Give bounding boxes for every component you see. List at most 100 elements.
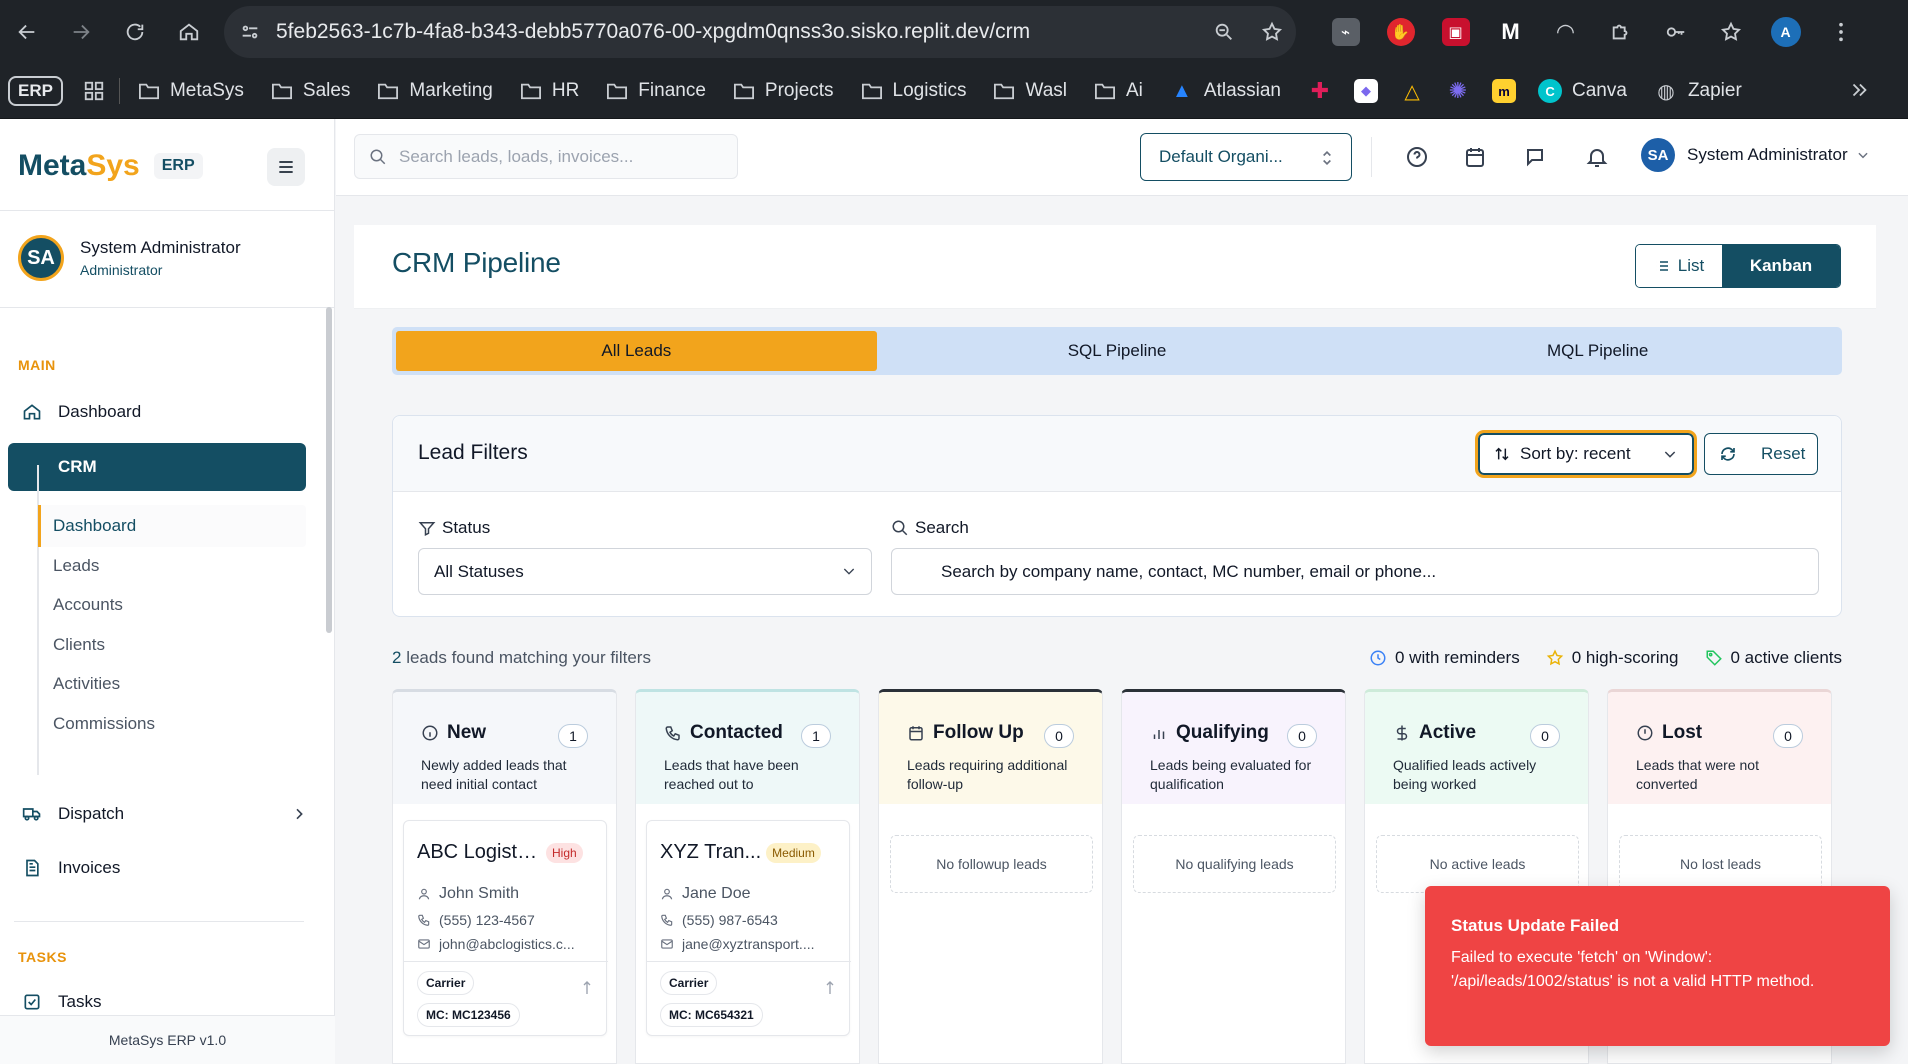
bookmark-spark[interactable]: ✺ [1446, 78, 1470, 103]
bookmark-drive[interactable]: △ [1400, 79, 1424, 103]
folder-icon [1094, 81, 1116, 101]
kanban-column-qualifying: Qualifying 0 Leads being evaluated for qua… [1121, 689, 1346, 1064]
extension-1[interactable]: ⌁ [1318, 0, 1373, 64]
bookmark-miro[interactable]: m [1492, 79, 1517, 103]
sidebar-subitem-accounts[interactable]: Accounts [38, 584, 306, 626]
lead-card[interactable]: ABC Logistics High John Smith (555) 123-456… [403, 820, 608, 1036]
bookmark-folder[interactable]: Logistics [861, 80, 966, 102]
spark-icon: ✺ [1448, 78, 1468, 103]
bookmark-folder[interactable]: HR [520, 80, 579, 102]
sidebar-subitem-dashboard[interactable]: Dashboard [38, 505, 306, 547]
tab-mql-pipeline[interactable]: MQL Pipeline [1357, 331, 1838, 371]
lead-company[interactable]: XYZ Tran... [660, 841, 761, 864]
sidebar-subitem-commissions[interactable]: Commissions [38, 703, 306, 745]
sidebar-item-invoices[interactable]: Invoices [22, 858, 120, 878]
search-input[interactable] [399, 146, 719, 167]
sidebar-subitem-clients[interactable]: Clients [38, 624, 306, 666]
sidebar-subitem-activities[interactable]: Activities [38, 663, 306, 705]
bookmark-atlassian[interactable]: ▲ Atlassian [1170, 79, 1281, 103]
folder-icon [861, 81, 883, 101]
bookmark-folder[interactable]: Ai [1094, 80, 1143, 102]
sidebar-item-tasks[interactable]: Tasks [22, 992, 101, 1012]
bookmark-folder[interactable]: Marketing [377, 80, 493, 102]
bookmark-star-button[interactable] [1248, 6, 1296, 58]
extensions-button[interactable] [1593, 0, 1648, 64]
favorites-button[interactable] [1703, 0, 1758, 64]
sidebar-divider [0, 307, 335, 308]
tab-sql-pipeline[interactable]: SQL Pipeline [877, 331, 1358, 371]
drive-icon: △ [1404, 80, 1420, 103]
bookmark-erp[interactable]: ERP [8, 76, 63, 106]
tab-all-leads[interactable]: All Leads [396, 331, 877, 371]
reload-icon [126, 23, 144, 41]
extension-5[interactable]: ◠ [1538, 0, 1593, 64]
sidebar-item-dashboard[interactable]: Dashboard [22, 402, 141, 422]
sort-select[interactable]: Sort by: recent [1475, 430, 1697, 478]
list-view-button[interactable]: List [1636, 245, 1722, 287]
apps-grid-icon[interactable] [83, 80, 105, 102]
arrow-up-icon[interactable] [824, 979, 836, 997]
bookmarks-overflow-icon[interactable] [1848, 79, 1870, 101]
calendar-icon[interactable] [1463, 145, 1487, 169]
bookmark-folder[interactable]: Projects [733, 80, 834, 102]
kanban-view-button[interactable]: Kanban [1722, 245, 1840, 287]
address-bar[interactable]: 5feb2563-1c7b-4fa8-b343-debb5770a076-00-… [224, 6, 1296, 58]
folder-icon [733, 81, 755, 101]
sidebar-toggle-button[interactable] [267, 148, 305, 186]
sidebar-scrollbar[interactable] [326, 307, 332, 633]
zoom-button[interactable] [1200, 6, 1248, 58]
phone-icon [417, 913, 431, 927]
status-value: All Statuses [434, 561, 524, 581]
help-icon[interactable] [1405, 145, 1429, 169]
arrow-up-icon[interactable] [581, 979, 593, 997]
home-button[interactable] [162, 0, 216, 64]
sidebar-footer: MetaSys ERP v1.0 [0, 1015, 335, 1064]
lead-filters-panel: Lead Filters Sort by: recent Reset Statu… [392, 415, 1842, 617]
lead-search-field[interactable] [891, 548, 1819, 595]
profile-button[interactable]: A [1758, 0, 1813, 64]
error-toast[interactable]: Status Update Failed Failed to execute '… [1425, 886, 1890, 1046]
sidebar-item-crm[interactable]: CRM [8, 443, 306, 491]
bookmark-folder[interactable]: Sales [271, 80, 350, 102]
status-select[interactable]: All Statuses [418, 548, 872, 595]
bookmark-slack[interactable]: ✚ [1308, 78, 1332, 103]
sidebar-subitem-leads[interactable]: Leads [38, 545, 306, 587]
reload-button[interactable] [108, 0, 162, 64]
sidebar-item-label: Dispatch [58, 804, 125, 823]
reset-filters-button[interactable]: Reset [1704, 433, 1818, 475]
sidebar-item-dispatch[interactable]: Dispatch [22, 804, 307, 824]
bookmark-clickup[interactable]: ◆ [1354, 79, 1379, 103]
browser-menu-button[interactable] [1813, 0, 1868, 64]
bookmark-zapier[interactable]: ◍ Zapier [1654, 79, 1742, 103]
site-info-icon[interactable] [224, 6, 276, 58]
brand-logo[interactable]: Meta Sys ERP [18, 149, 203, 183]
column-count-badge: 0 [1287, 724, 1317, 748]
extension-4[interactable]: M [1483, 0, 1538, 64]
password-button[interactable] [1648, 0, 1703, 64]
lead-company[interactable]: ABC Logistics [417, 841, 541, 864]
lead-phone-number: (555) 123-4567 [439, 912, 535, 928]
column-count-badge: 0 [1044, 724, 1074, 748]
extension-3[interactable]: ▣ [1428, 0, 1483, 64]
sidebar-user-card[interactable]: SA System Administrator Administrator [18, 235, 241, 281]
extension-2[interactable]: ✋ [1373, 0, 1428, 64]
app-header: Default Organi... SA System Administrato… [336, 119, 1908, 196]
bookmark-folder[interactable]: Finance [606, 80, 706, 102]
organization-select[interactable]: Default Organi... [1140, 133, 1352, 181]
bookmark-canva[interactable]: C Canva [1538, 79, 1627, 103]
lead-search-input[interactable] [941, 561, 1801, 582]
atlassian-icon: ▲ [1172, 79, 1192, 102]
url-text[interactable]: 5feb2563-1c7b-4fa8-b343-debb5770a076-00-… [276, 20, 1200, 44]
folder-icon [377, 81, 399, 101]
message-icon[interactable] [1523, 145, 1547, 169]
forward-button[interactable] [54, 0, 108, 64]
lead-mc-tag: MC: MC654321 [660, 1003, 763, 1027]
bookmark-label: Wasl [1025, 80, 1067, 101]
bookmark-folder[interactable]: Wasl [993, 80, 1067, 102]
header-user-menu[interactable]: SA System Administrator [1641, 138, 1870, 172]
bell-icon[interactable] [1585, 145, 1609, 169]
lead-card[interactable]: XYZ Tran... Medium Jane Doe (555) 987-6543 j… [646, 820, 851, 1036]
bookmark-folder[interactable]: MetaSys [138, 80, 244, 102]
global-search[interactable] [354, 134, 738, 179]
back-button[interactable] [0, 0, 54, 64]
